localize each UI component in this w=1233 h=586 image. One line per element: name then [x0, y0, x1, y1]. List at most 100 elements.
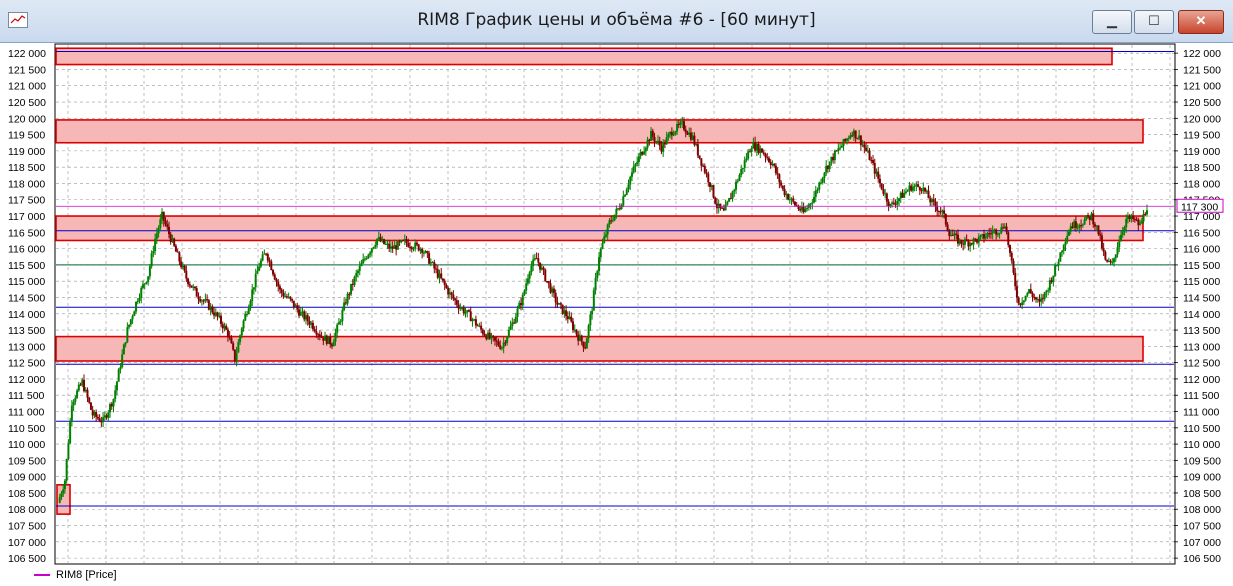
candle-body [731, 191, 734, 199]
candle-body [898, 198, 901, 202]
candle-body [398, 241, 401, 243]
candle-body [660, 145, 663, 152]
candle-body [126, 327, 129, 343]
candle-body [787, 194, 790, 200]
candle-body [840, 145, 843, 148]
candle-body [594, 278, 597, 291]
candle-body [207, 300, 210, 310]
candle-body [409, 246, 412, 248]
candle-body [842, 139, 845, 146]
candle-body [669, 131, 672, 135]
candle-body [689, 132, 692, 140]
candle-body [953, 233, 956, 236]
candle-body [232, 343, 235, 350]
y-tick-label-right: 120 000 [1183, 113, 1221, 125]
candle-body [788, 199, 791, 201]
candle-body [360, 263, 363, 267]
candle-body [334, 332, 337, 342]
y-tick-label-left: 111 000 [8, 407, 45, 419]
price-chart[interactable]: 122 000 121 500 121 000 120 500 120 000 119 5… [0, 42, 1233, 568]
candle-body [816, 189, 819, 191]
y-tick-label-left: 107 000 [8, 537, 46, 549]
candle-body [901, 192, 904, 198]
candle-body [422, 252, 425, 254]
candle-body [294, 305, 297, 307]
candle-body [714, 197, 717, 204]
candle-body [438, 273, 441, 278]
candle-body [246, 313, 249, 315]
y-tick-label-right: 108 000 [1183, 504, 1221, 516]
candle-body [138, 297, 141, 301]
candle-body [608, 220, 611, 225]
candle-body [601, 242, 604, 249]
candle-body [604, 234, 607, 237]
candle-body [86, 389, 89, 398]
zone-rect [55, 47, 1113, 66]
candle-body [242, 320, 245, 329]
candle-body [233, 349, 236, 362]
y-tick-label-left: 120 000 [8, 113, 46, 125]
candle-body [1029, 289, 1032, 294]
candle-body [1050, 280, 1053, 283]
candle-body [904, 191, 907, 193]
candle-body [171, 238, 174, 242]
candle-body [202, 300, 205, 302]
candle-body [643, 151, 646, 155]
candle-body [917, 184, 920, 187]
y-tick-label-left: 116 000 [8, 244, 45, 256]
candle-body [861, 144, 864, 146]
y-tick-label-left: 114 000 [8, 309, 45, 321]
candle-body [308, 321, 311, 325]
candle-body [377, 237, 380, 239]
candle-body [1107, 260, 1110, 262]
candle-body [825, 165, 828, 173]
candle-body [598, 257, 601, 272]
y-tick-label-left: 117 500 [8, 195, 45, 207]
candle-body [148, 266, 151, 277]
candle-body [748, 151, 751, 153]
candle-body [757, 143, 760, 153]
y-tick-label-left: 114 500 [8, 292, 45, 304]
candle-body [89, 402, 92, 410]
y-tick-label-right: 121 000 [1183, 81, 1221, 93]
candle-body [383, 239, 386, 244]
y-tick-label-right: 109 000 [1183, 472, 1221, 484]
candle-body [1014, 272, 1017, 287]
candle-body [903, 192, 906, 198]
candle-body [187, 278, 190, 285]
candle-body [173, 238, 176, 246]
y-tick-label-left: 108 500 [8, 488, 46, 500]
candle-body [989, 233, 992, 235]
candle-body [651, 130, 654, 137]
candle-body [298, 309, 301, 316]
candle-body [696, 144, 699, 156]
candle-body [915, 184, 918, 186]
candle-body [738, 174, 741, 181]
candle-body [507, 329, 510, 338]
candle-body [1095, 225, 1098, 227]
candle-body [1085, 215, 1088, 220]
window-title: RIM8 График цены и объёма #6 - [60 минут… [417, 10, 816, 30]
candle-body [1047, 290, 1050, 292]
minimize-button[interactable]: ▁ [1092, 10, 1132, 34]
y-tick-label-left: 113 000 [8, 341, 45, 353]
candle-body [109, 404, 112, 413]
candle-body [476, 325, 479, 327]
candle-body [663, 142, 666, 145]
candle-body [809, 203, 812, 205]
candle-body [348, 293, 351, 295]
y-tick-label-right: 114 000 [1183, 309, 1220, 321]
maximize-button[interactable]: ☐ [1134, 10, 1174, 34]
candle-body [986, 233, 989, 237]
candle-body [183, 265, 186, 271]
candle-body [684, 129, 687, 133]
candle-body [1048, 280, 1051, 291]
candle-body [637, 156, 640, 163]
candle-body [707, 173, 710, 183]
candle-body [400, 240, 403, 243]
y-tick-label-left: 118 000 [8, 178, 45, 190]
close-button[interactable]: ✕ [1178, 10, 1224, 34]
candle-body [1036, 299, 1039, 301]
candle-body [899, 192, 902, 199]
candle-body [519, 302, 522, 306]
